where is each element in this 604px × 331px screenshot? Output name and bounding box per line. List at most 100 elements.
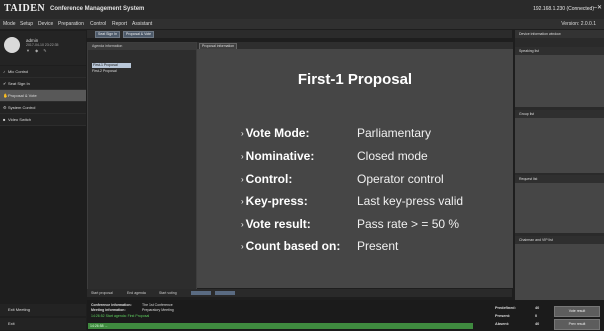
device-info-panel: Device information window Speaking list … — [515, 30, 604, 300]
nominative-row: › Nominative: — [241, 149, 314, 163]
sidebar-nav: ♪ Mic Control ✔ Seat Sign In ✋ Proposal … — [0, 66, 86, 126]
vote-result-label: Vote result: — [245, 217, 311, 231]
speaking-list — [515, 55, 604, 107]
exit-meeting-button[interactable]: Exit Meeting — [0, 304, 86, 316]
predefined-value: 40 — [535, 306, 540, 310]
vote-icon: ✋ — [3, 93, 8, 98]
user-panel: admin 2017-04-10 23:22:35 ▼ ◆ ✎ — [0, 31, 86, 65]
title-bar: TAIDEN Conference Management System 192.… — [0, 0, 604, 19]
predefined-label: Predefined: — [495, 306, 516, 310]
vote-mode-value: Parliamentary — [357, 126, 432, 140]
window-controls-icon[interactable]: –✕ — [594, 4, 602, 11]
vote-mode-row: › Vote Mode: — [241, 126, 309, 140]
app-title: Conference Management System — [50, 6, 145, 12]
present-value: 0 — [535, 314, 538, 318]
sidebar-item-label: System Control — [8, 105, 36, 110]
proposal-tab-strip: Proposal information — [197, 42, 513, 50]
user-action-icons[interactable]: ▼ ◆ ✎ — [26, 48, 49, 53]
menu-bar: Mode Setup Device Preparation Control Re… — [0, 19, 604, 29]
device-info-header: Device information window — [515, 30, 604, 38]
request-list — [515, 183, 604, 233]
log-line: 14:26:52 Start agenda: First Proposal — [91, 314, 150, 318]
microphone-icon: ♪ — [3, 69, 5, 74]
log-highlight-bar: 14:26:58 ... — [88, 323, 473, 329]
prev-result-button[interactable]: Prev result — [554, 319, 600, 330]
key-press-value: Last key-press valid — [357, 194, 464, 208]
request-list-header: Request list — [515, 175, 604, 183]
conference-label: Conference information: — [91, 303, 132, 307]
bullet-icon: › — [241, 220, 244, 230]
tab-proposal-vote[interactable]: Proposal & Vote — [123, 31, 155, 38]
proposal-panel: First-1 Proposal › Vote Mode: Parliamenta… — [197, 49, 513, 288]
sidebar-item-label: Proposal & Vote — [8, 93, 37, 98]
nominative-label: Nominative: — [245, 149, 315, 163]
sidebar-item-proposal-vote[interactable]: ✋ Proposal & Vote — [0, 90, 86, 102]
sidebar-item-label: Seat Sign In — [8, 81, 30, 86]
connection-status: 192.168.1.230 (Connected) — [533, 6, 594, 12]
count-based-value: Present — [357, 239, 399, 253]
group-list-header: Group list — [515, 110, 604, 118]
count-based-label: Count based on: — [245, 239, 341, 253]
agenda-header: Agenda information — [88, 43, 196, 50]
group-list — [515, 118, 604, 173]
bullet-icon: › — [241, 152, 244, 162]
end-agenda-button[interactable]: End agenda — [127, 289, 146, 297]
video-icon: ■ — [3, 117, 6, 122]
vote-result-button[interactable]: Vote result — [554, 306, 600, 317]
vote-result-value: Pass rate > = 50 % — [357, 217, 460, 231]
present-label: Present: — [495, 314, 511, 318]
menu-device[interactable]: Device — [38, 21, 53, 27]
exit-button[interactable]: Exit — [0, 318, 86, 330]
top-tab-strip: Seat Sign In Proposal & Vote — [87, 30, 512, 38]
count-based-row: › Count based on: — [241, 239, 340, 253]
sidebar-item-label: Video Switch — [8, 117, 32, 122]
version-label: Version: 2.0.0.1 — [561, 21, 596, 27]
absent-value: 40 — [535, 322, 540, 326]
nominative-value: Closed mode — [357, 149, 428, 163]
log-line: 14:26:58 ... — [90, 324, 108, 328]
control-label: Control: — [245, 172, 293, 186]
speaking-list-header: Speaking list — [515, 47, 604, 55]
sidebar-item-label: Mic Control — [8, 69, 29, 74]
conference-value: The 1st Conference — [142, 303, 173, 307]
menu-control[interactable]: Control — [90, 21, 106, 27]
chairman-vip-list-header: Chairman and VIP list — [515, 236, 604, 244]
disabled-button — [215, 291, 235, 295]
sidebar-item-mic-control[interactable]: ♪ Mic Control — [0, 66, 86, 78]
menu-preparation[interactable]: Preparation — [58, 21, 84, 27]
agenda-item[interactable]: First-1 Proposal — [92, 63, 131, 68]
sidebar-item-video-switch[interactable]: ■ Video Switch — [0, 114, 86, 126]
vote-mode-label: Vote Mode: — [245, 126, 310, 140]
bullet-icon: › — [241, 242, 244, 252]
bullet-icon: › — [241, 129, 244, 139]
control-value: Operator control — [357, 172, 444, 186]
menu-setup[interactable]: Setup — [20, 21, 33, 27]
sidebar-item-system-control[interactable]: ⚙ System Control — [0, 102, 86, 114]
sidebar-item-label: Exit — [8, 321, 15, 326]
meeting-label: Meeting information: — [91, 308, 126, 312]
proposal-toolbar: Start proposal End agenda Start voting — [87, 289, 512, 297]
tab-seat-sign-in[interactable]: Seat Sign In — [95, 31, 121, 38]
absent-label: Absent: — [495, 322, 510, 326]
user-date: 2017-04-10 23:22:35 — [26, 43, 59, 47]
avatar — [4, 37, 20, 53]
sidebar-item-seat-sign-in[interactable]: ✔ Seat Sign In — [0, 78, 86, 90]
proposal-title: First-1 Proposal — [297, 71, 413, 88]
chairman-vip-list — [515, 244, 604, 300]
menu-report[interactable]: Report — [112, 21, 127, 27]
start-voting-button[interactable]: Start voting — [159, 289, 177, 297]
start-proposal-button[interactable]: Start proposal — [91, 289, 113, 297]
sign-in-icon: ✔ — [3, 81, 7, 86]
agenda-panel: Agenda information First-1 Proposal Firs… — [87, 42, 197, 290]
key-press-row: › Key-press: — [241, 194, 308, 208]
disabled-button — [191, 291, 211, 295]
menu-mode[interactable]: Mode — [3, 21, 16, 27]
gear-icon: ⚙ — [3, 105, 7, 110]
bullet-icon: › — [241, 175, 244, 185]
agenda-item[interactable]: First-2 Proposal — [92, 69, 117, 74]
vote-result-row: › Vote result: — [241, 217, 311, 231]
meeting-value: Preparatory Meeting — [142, 308, 174, 312]
sidebar-item-label: Exit Meeting — [8, 307, 31, 312]
control-row: › Control: — [241, 172, 292, 186]
menu-assistant[interactable]: Assistant — [132, 21, 152, 27]
